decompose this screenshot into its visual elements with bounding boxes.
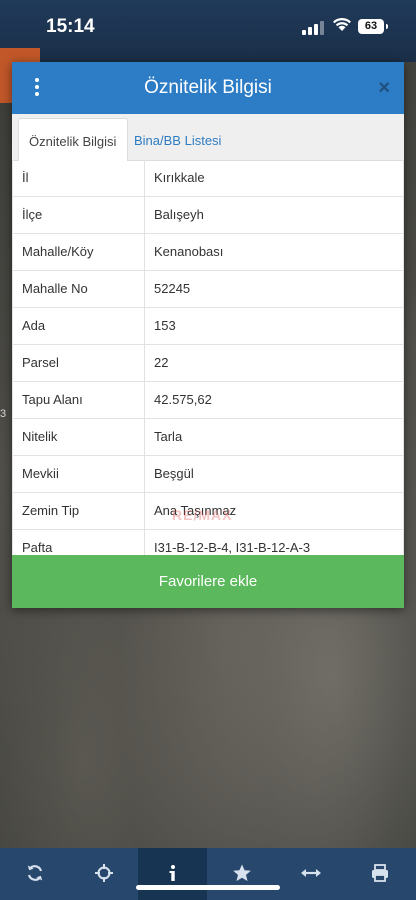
table-row: Tapu Alanı 42.575,62 [12,382,404,419]
table-row: İlçe Balışeyh [12,197,404,234]
home-indicator[interactable] [136,885,280,890]
attribute-table: İl Kırıkkale İlçe Balışeyh Mahalle/Köy K… [12,160,404,567]
star-icon[interactable] [207,848,276,900]
signal-icon [302,21,326,35]
tab-building-list[interactable]: Bina/BB Listesi [124,118,231,160]
wifi-icon [332,17,352,37]
row-key: İl [12,160,145,196]
row-key: Ada [12,308,145,344]
battery-indicator: 63 [358,19,388,34]
row-key: Mevkii [12,456,145,492]
tab-attribute-info[interactable]: Öznitelik Bilgisi [18,118,128,161]
close-icon[interactable]: × [378,77,390,99]
row-key: Parsel [12,345,145,381]
print-icon[interactable] [345,848,414,900]
row-value: 52245 [145,271,404,307]
status-bar: 15:14 63 [0,0,416,54]
row-key: İlçe [12,197,145,233]
row-key: Nitelik [12,419,145,455]
table-row: Mevkii Beşgül [12,456,404,493]
row-value: 153 [145,308,404,344]
dialog-title: Öznitelik Bilgisi [144,77,272,98]
row-value: Beşgül [145,456,404,492]
row-key: Zemin Tip [12,493,145,529]
watermark-logo: RE/MAX [172,507,233,523]
row-key: Mahalle No [12,271,145,307]
table-row: Mahalle No 52245 [12,271,404,308]
bottom-toolbar [0,848,416,900]
row-value: Tarla [145,419,404,455]
row-value: 22 [145,345,404,381]
table-row: Parsel 22 [12,345,404,382]
table-row: İl Kırıkkale [12,160,404,197]
table-row: Nitelik Tarla [12,419,404,456]
table-row: Ada 153 [12,308,404,345]
add-to-favorites-button[interactable]: Favorilere ekle [12,555,404,608]
row-value: 42.575,62 [145,382,404,418]
dialog-header: Öznitelik Bilgisi × [12,62,404,114]
row-value: Kırıkkale [145,160,404,196]
row-value: Balışeyh [145,197,404,233]
more-vertical-icon[interactable] [32,78,42,98]
map-edge-label: 3 [0,408,7,420]
status-time: 15:14 [46,16,95,37]
dialog-tabs: Öznitelik Bilgisi Bina/BB Listesi [12,114,404,161]
row-key: Tapu Alanı [12,382,145,418]
refresh-icon[interactable] [0,848,69,900]
row-key: Mahalle/Köy [12,234,145,270]
row-value: Kenanobası [145,234,404,270]
measure-icon[interactable] [276,848,345,900]
crosshair-icon[interactable] [69,848,138,900]
info-icon[interactable] [138,848,207,900]
table-row: Mahalle/Köy Kenanobası [12,234,404,271]
attribute-dialog: Öznitelik Bilgisi × Öznitelik Bilgisi Bi… [12,62,404,608]
